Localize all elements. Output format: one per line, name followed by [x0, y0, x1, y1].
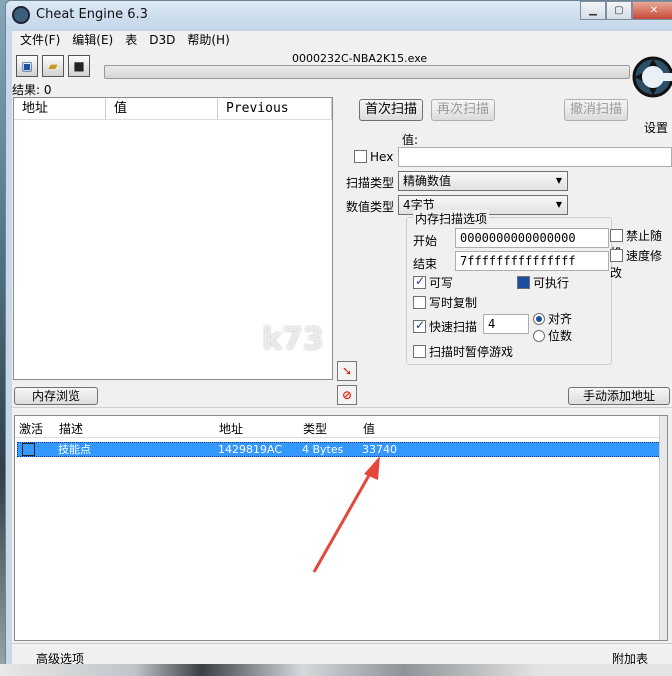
red-arrow-down-right-icon: ➘: [341, 364, 353, 378]
fast-scan-value-input[interactable]: 4: [483, 314, 529, 334]
active-checkbox[interactable]: [22, 443, 35, 456]
fast-scan-checkbox-box[interactable]: [413, 318, 426, 333]
hex-checkbox[interactable]: Hex: [354, 150, 393, 164]
end-address-input[interactable]: 7fffffffffffffff: [455, 251, 609, 271]
watermark-logo: k73: [262, 322, 324, 357]
hex-label: Hex: [370, 150, 394, 164]
copy-on-write-label: 写时复制: [429, 296, 478, 310]
no-entry-icon: ⊘: [341, 388, 353, 402]
scan-progress-bar: [104, 65, 630, 79]
clear-list-button[interactable]: ⊘: [337, 385, 357, 405]
cheat-table-list[interactable]: 激活 描述 地址 类型 值 技能点 1429819AC 4 Bytes 3374…: [14, 415, 668, 641]
fast-scan-label: 快速扫描: [429, 320, 478, 334]
start-label: 开始: [413, 234, 438, 248]
value-type-label: 数值类型: [346, 200, 395, 214]
executable-checkbox[interactable]: 可执行: [517, 274, 569, 291]
row-address: 1429819AC: [218, 443, 283, 456]
cheat-table-header: 激活 描述 地址 类型 值: [15, 416, 667, 438]
cheat-engine-logo-icon[interactable]: [630, 53, 672, 103]
scan-value-input[interactable]: [398, 147, 672, 167]
undo-scan-button[interactable]: 撤消扫描: [564, 99, 628, 121]
floppy-disk-icon: ■: [73, 59, 85, 73]
open-file-button[interactable]: ▰: [42, 55, 64, 77]
column-type[interactable]: 类型: [303, 420, 327, 437]
column-description[interactable]: 描述: [59, 420, 83, 437]
last-digits-label: 位数: [548, 329, 573, 343]
column-address[interactable]: 地址: [219, 420, 243, 437]
save-file-button[interactable]: ■: [68, 55, 90, 77]
vertical-scrollbar[interactable]: [659, 416, 667, 640]
menu-edit[interactable]: 编辑(E): [72, 31, 113, 49]
memory-view-button[interactable]: 内存浏览: [14, 387, 98, 405]
add-address-manually-button[interactable]: 手动添加地址: [568, 387, 670, 405]
memory-scan-options-group: 内存扫描选项 开始 0000000000000000 结束 7fffffffff…: [406, 210, 612, 365]
minimize-button[interactable]: ▁: [580, 1, 606, 20]
first-scan-button[interactable]: 首次扫描: [359, 99, 423, 121]
pause-game-checkbox-box[interactable]: [413, 345, 426, 358]
table-row[interactable]: 技能点 1429819AC 4 Bytes 33740: [17, 442, 661, 457]
folder-icon: ▰: [48, 59, 58, 73]
select-process-button[interactable]: ▣: [16, 55, 38, 77]
executable-checkbox-box[interactable]: [517, 276, 530, 289]
column-address[interactable]: 地址: [14, 98, 106, 119]
pause-game-label: 扫描时暂停游戏: [429, 345, 514, 359]
title-bar[interactable]: Cheat Engine 6.3 ▁ ▢ ✕: [6, 1, 672, 31]
copy-on-write-checkbox-box[interactable]: [413, 296, 426, 309]
menu-table[interactable]: 表: [125, 31, 137, 49]
window-title: Cheat Engine 6.3: [36, 7, 148, 22]
add-to-list-button[interactable]: ➘: [337, 361, 357, 381]
window-controls: ▁ ▢ ✕: [580, 1, 672, 20]
column-active[interactable]: 激活: [19, 420, 43, 437]
pause-game-checkbox[interactable]: 扫描时暂停游戏: [413, 343, 513, 360]
speedhack-checkbox-box[interactable]: [610, 249, 623, 262]
writable-label: 可写: [429, 276, 454, 290]
scan-type-label: 扫描类型: [346, 176, 395, 190]
close-button[interactable]: ✕: [632, 1, 672, 20]
settings-link[interactable]: 设置: [644, 119, 668, 136]
executable-label: 可执行: [533, 276, 570, 290]
hex-checkbox-box[interactable]: [354, 150, 367, 163]
next-scan-button[interactable]: 再次扫描: [431, 99, 495, 121]
row-description: 技能点: [58, 443, 91, 456]
last-digits-radio-button[interactable]: [533, 330, 545, 342]
column-previous[interactable]: Previous: [218, 98, 332, 119]
column-value[interactable]: 值: [106, 98, 218, 119]
writable-checkbox[interactable]: 可写: [413, 274, 453, 291]
row-type: 4 Bytes: [302, 443, 344, 456]
found-list-header: 地址 值 Previous: [14, 98, 332, 120]
status-bar: 高级选项 附加表: [12, 643, 672, 665]
process-name: 0000232C-NBA2K15.exe: [292, 52, 428, 65]
unrandomizer-checkbox-box[interactable]: [610, 229, 623, 242]
taskbar-strip: [0, 664, 672, 676]
memory-scan-options-title: 内存扫描选项: [413, 210, 490, 227]
start-address-input[interactable]: 0000000000000000: [455, 228, 609, 248]
client-area: 文件(F) 编辑(E) 表 D3D 帮助(H) ▣ ▰ ■ 0000232C-N…: [12, 31, 672, 665]
scan-type-dropdown[interactable]: 精确数值: [398, 171, 568, 191]
cheat-engine-app-icon: [12, 6, 30, 24]
row-value: 33740: [362, 443, 397, 456]
copy-on-write-checkbox[interactable]: 写时复制: [413, 294, 477, 311]
align-radio-button[interactable]: [533, 313, 545, 325]
menu-d3d[interactable]: D3D: [149, 31, 175, 49]
writable-checkbox-box[interactable]: [413, 274, 426, 289]
menu-file[interactable]: 文件(F): [20, 31, 60, 49]
panel-splitter[interactable]: [12, 407, 672, 415]
align-label: 对齐: [548, 312, 573, 326]
last-digits-radio[interactable]: 位数: [533, 327, 572, 344]
speedhack-checkbox[interactable]: 速度修改: [610, 247, 672, 281]
results-count: 结果: 0: [12, 83, 52, 97]
computer-icon: ▣: [21, 59, 33, 73]
end-label: 结束: [413, 257, 438, 271]
value-label: 值:: [402, 133, 419, 147]
menu-help[interactable]: 帮助(H): [187, 31, 229, 49]
column-value[interactable]: 值: [363, 420, 375, 437]
align-radio[interactable]: 对齐: [533, 310, 572, 327]
restore-button[interactable]: ▢: [606, 1, 632, 20]
fast-scan-checkbox[interactable]: 快速扫描: [413, 318, 477, 335]
cheat-engine-window: Cheat Engine 6.3 ▁ ▢ ✕ 文件(F) 编辑(E) 表 D3D…: [5, 0, 672, 666]
menu-bar: 文件(F) 编辑(E) 表 D3D 帮助(H): [12, 31, 672, 49]
